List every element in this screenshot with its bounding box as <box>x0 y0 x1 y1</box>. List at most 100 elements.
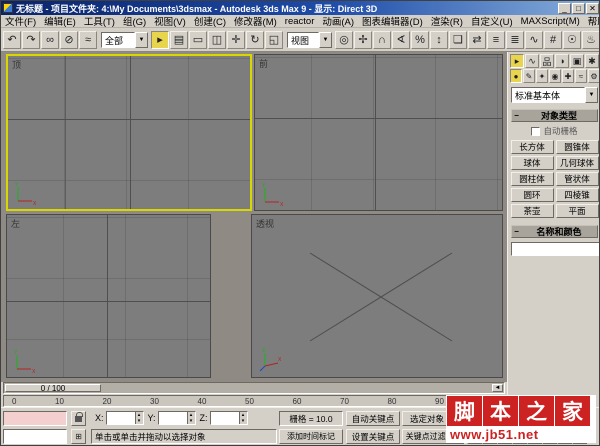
tab-motion-icon[interactable]: ◑ <box>555 54 569 68</box>
menu-group[interactable]: 组(G) <box>119 14 150 28</box>
undo-icon[interactable]: ↶ <box>3 30 21 49</box>
chevron-down-icon[interactable]: ▼ <box>135 31 148 48</box>
macro-recorder-field[interactable] <box>3 411 67 426</box>
select-scale-icon[interactable]: ◱ <box>265 30 283 49</box>
menu-maxscript[interactable]: MAXScript(M) <box>517 16 584 27</box>
selection-filter-dropdown[interactable]: 全部 ▼ <box>101 31 148 48</box>
spinner-icon[interactable]: ▴ ▾ <box>238 412 247 424</box>
reference-coordinate-dropdown[interactable]: 视图 ▼ <box>287 31 332 48</box>
track-bar[interactable]: 0102030405060708090100 <box>3 395 505 407</box>
button-tube[interactable]: 管状体 <box>555 172 599 186</box>
cat-geometry-icon[interactable]: ● <box>510 69 522 83</box>
maximize-button[interactable]: □ <box>572 2 585 14</box>
select-rotate-icon[interactable]: ↻ <box>246 30 264 49</box>
cat-helpers-icon[interactable]: ✚ <box>562 69 574 83</box>
rollout-object-type[interactable]: − 对象类型 <box>511 109 598 122</box>
rollout-name-color[interactable]: − 名称和颜色 <box>511 225 598 238</box>
cat-shapes-icon[interactable]: ✎ <box>523 69 535 83</box>
time-slider[interactable]: 0 / 100 ◄ <box>3 382 505 394</box>
tab-utilities-icon[interactable]: ✱ <box>585 54 599 68</box>
object-name-input[interactable] <box>511 242 599 256</box>
button-cylinder[interactable]: 圆柱体 <box>510 172 554 186</box>
coord-y-field[interactable]: ▴ ▾ <box>157 411 196 425</box>
viewport-perspective[interactable]: 透视 ZX <box>251 214 503 378</box>
mirror-icon[interactable]: ⇄ <box>468 30 486 49</box>
coord-x-field[interactable]: ▴ ▾ <box>105 411 144 425</box>
button-pyramid[interactable]: 四棱锥 <box>555 188 599 202</box>
primitive-category-dropdown[interactable]: 标准基本体 ▼ <box>511 87 598 103</box>
minimize-button[interactable]: _ <box>558 2 571 14</box>
percent-snap-icon[interactable]: % <box>411 30 429 49</box>
viewport-top[interactable]: 顶 YX <box>6 54 252 211</box>
button-teapot[interactable]: 茶壶 <box>510 204 554 218</box>
menu-edit[interactable]: 编辑(E) <box>40 14 80 28</box>
bind-spacewarp-icon[interactable]: ≈ <box>79 30 97 49</box>
set-key-button[interactable]: 设置关键点 <box>346 429 400 444</box>
material-editor-icon[interactable]: ☉ <box>563 30 581 49</box>
menu-animation[interactable]: 动画(A) <box>318 14 358 28</box>
collapse-icon[interactable]: − <box>512 111 521 120</box>
angle-snap-icon[interactable]: ∢ <box>392 30 410 49</box>
cat-cameras-icon[interactable]: ◉ <box>549 69 561 83</box>
close-button[interactable]: ✕ <box>586 2 599 14</box>
autogrid-checkbox[interactable] <box>531 126 541 136</box>
chevron-down-icon[interactable]: ▼ <box>319 31 332 48</box>
menu-modifiers[interactable]: 修改器(M) <box>230 14 281 28</box>
select-manipulate-icon[interactable]: ✢ <box>354 30 372 49</box>
menu-rendering[interactable]: 渲染(R) <box>427 14 467 28</box>
time-slider-handle[interactable]: 0 / 100 <box>5 384 101 393</box>
menu-create[interactable]: 创建(C) <box>190 14 230 28</box>
viewport-front[interactable]: 前 YX <box>254 54 503 211</box>
curve-editor-icon[interactable]: ∿ <box>525 30 543 49</box>
spinner-icon[interactable]: ▴ ▾ <box>186 412 195 424</box>
menu-customize[interactable]: 自定义(U) <box>467 14 517 28</box>
cat-spacewarps-icon[interactable]: ≈ <box>575 69 587 83</box>
schematic-view-icon[interactable]: # <box>544 30 562 49</box>
select-object-icon[interactable]: ▸ <box>151 30 169 49</box>
redo-icon[interactable]: ↷ <box>22 30 40 49</box>
viewport-left[interactable]: 左 YX <box>6 214 211 378</box>
viewport-left-label[interactable]: 左 <box>11 217 20 230</box>
add-time-tag-button[interactable]: 添加时间标记 <box>279 429 343 444</box>
button-geosphere[interactable]: 几何球体 <box>555 156 599 170</box>
button-cone[interactable]: 圆锥体 <box>555 140 599 154</box>
chevron-down-icon[interactable]: ▼ <box>585 87 598 103</box>
selection-lock-button[interactable] <box>71 411 86 426</box>
menu-file[interactable]: 文件(F) <box>1 14 40 28</box>
layer-manager-icon[interactable]: ≣ <box>506 30 524 49</box>
button-box[interactable]: 长方体 <box>510 140 554 154</box>
spinner-snap-icon[interactable]: ↕ <box>430 30 448 49</box>
selection-region-icon[interactable]: ▭ <box>189 30 207 49</box>
select-move-icon[interactable]: ✛ <box>227 30 245 49</box>
menu-graph-editors[interactable]: 图表编辑器(D) <box>358 14 427 28</box>
spinner-icon[interactable]: ▴ ▾ <box>134 412 143 424</box>
snap-toggle-icon[interactable]: ∩ <box>373 30 391 49</box>
named-sets-icon[interactable]: ❏ <box>449 30 467 49</box>
tab-modify-icon[interactable]: ∿ <box>525 54 539 68</box>
viewport-top-label[interactable]: 顶 <box>12 58 21 71</box>
menu-help[interactable]: 帮助(H) <box>584 14 599 28</box>
time-slider-arrow-button[interactable]: ◄ <box>492 384 503 392</box>
button-torus[interactable]: 圆环 <box>510 188 554 202</box>
align-icon[interactable]: ≡ <box>487 30 505 49</box>
auto-key-button[interactable]: 自动关键点 <box>346 411 400 426</box>
window-crossing-icon[interactable]: ◫ <box>208 30 226 49</box>
unlink-icon[interactable]: ⊘ <box>60 30 78 49</box>
tab-create-icon[interactable]: ▸ <box>510 54 524 68</box>
collapse-icon[interactable]: − <box>512 227 521 236</box>
selected-mode-dropdown[interactable]: 选定对象 <box>402 411 452 426</box>
viewport-front-label[interactable]: 前 <box>259 57 268 70</box>
link-icon[interactable]: ∞ <box>41 30 59 49</box>
maxscript-listener-field[interactable] <box>3 429 67 444</box>
button-sphere[interactable]: 球体 <box>510 156 554 170</box>
button-plane[interactable]: 平面 <box>555 204 599 218</box>
select-by-name-icon[interactable]: ▤ <box>170 30 188 49</box>
menu-reactor[interactable]: reactor <box>281 16 319 27</box>
absolute-mode-button[interactable]: ⊞ <box>71 429 86 444</box>
cat-systems-icon[interactable]: ⚙ <box>588 69 599 83</box>
viewport-perspective-label[interactable]: 透视 <box>256 217 274 230</box>
tab-hierarchy-icon[interactable]: 品 <box>540 54 554 68</box>
use-center-icon[interactable]: ◎ <box>335 30 353 49</box>
menu-tools[interactable]: 工具(T) <box>80 14 119 28</box>
coord-z-field[interactable]: ▴ ▾ <box>209 411 248 425</box>
